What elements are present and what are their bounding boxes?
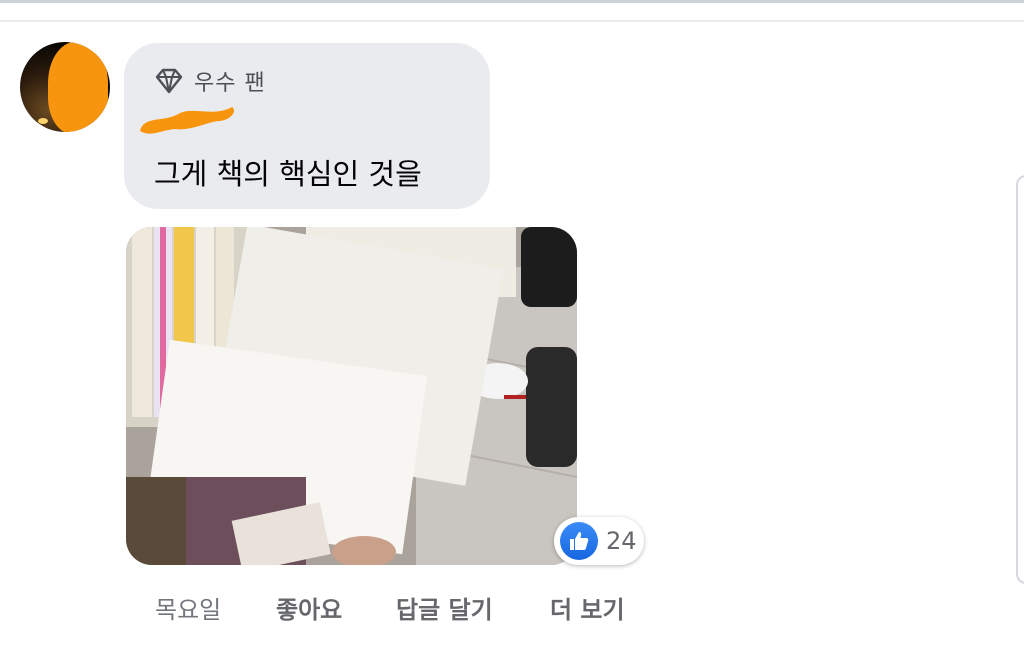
author-name-redaction <box>140 107 235 134</box>
diamond-icon <box>155 68 183 94</box>
attached-photo[interactable] <box>126 227 577 565</box>
like-button[interactable]: 좋아요 <box>276 590 342 625</box>
comment-bubble: 우수 팬 그게 책의 핵심인 것을 <box>124 43 490 209</box>
see-more-button[interactable]: 더 보기 <box>550 590 625 625</box>
comment-text: 그게 책의 핵심인 것을 <box>154 157 422 191</box>
commenter-avatar[interactable] <box>20 42 110 132</box>
comment-timestamp[interactable]: 목요일 <box>155 590 221 625</box>
thumbs-up-icon <box>560 522 598 560</box>
reply-button[interactable]: 답글 달기 <box>396 590 493 625</box>
top-divider <box>0 0 1024 3</box>
avatar-background-light <box>38 118 48 124</box>
reactions-summary[interactable]: 24 <box>554 517 644 565</box>
photo-image <box>126 227 577 565</box>
avatar-redaction <box>48 42 108 132</box>
side-panel-edge <box>1016 175 1024 584</box>
reaction-count: 24 <box>606 527 637 555</box>
section-divider <box>0 20 1024 22</box>
top-fan-badge[interactable]: 우수 팬 <box>154 65 266 97</box>
badge-label: 우수 팬 <box>194 71 266 96</box>
